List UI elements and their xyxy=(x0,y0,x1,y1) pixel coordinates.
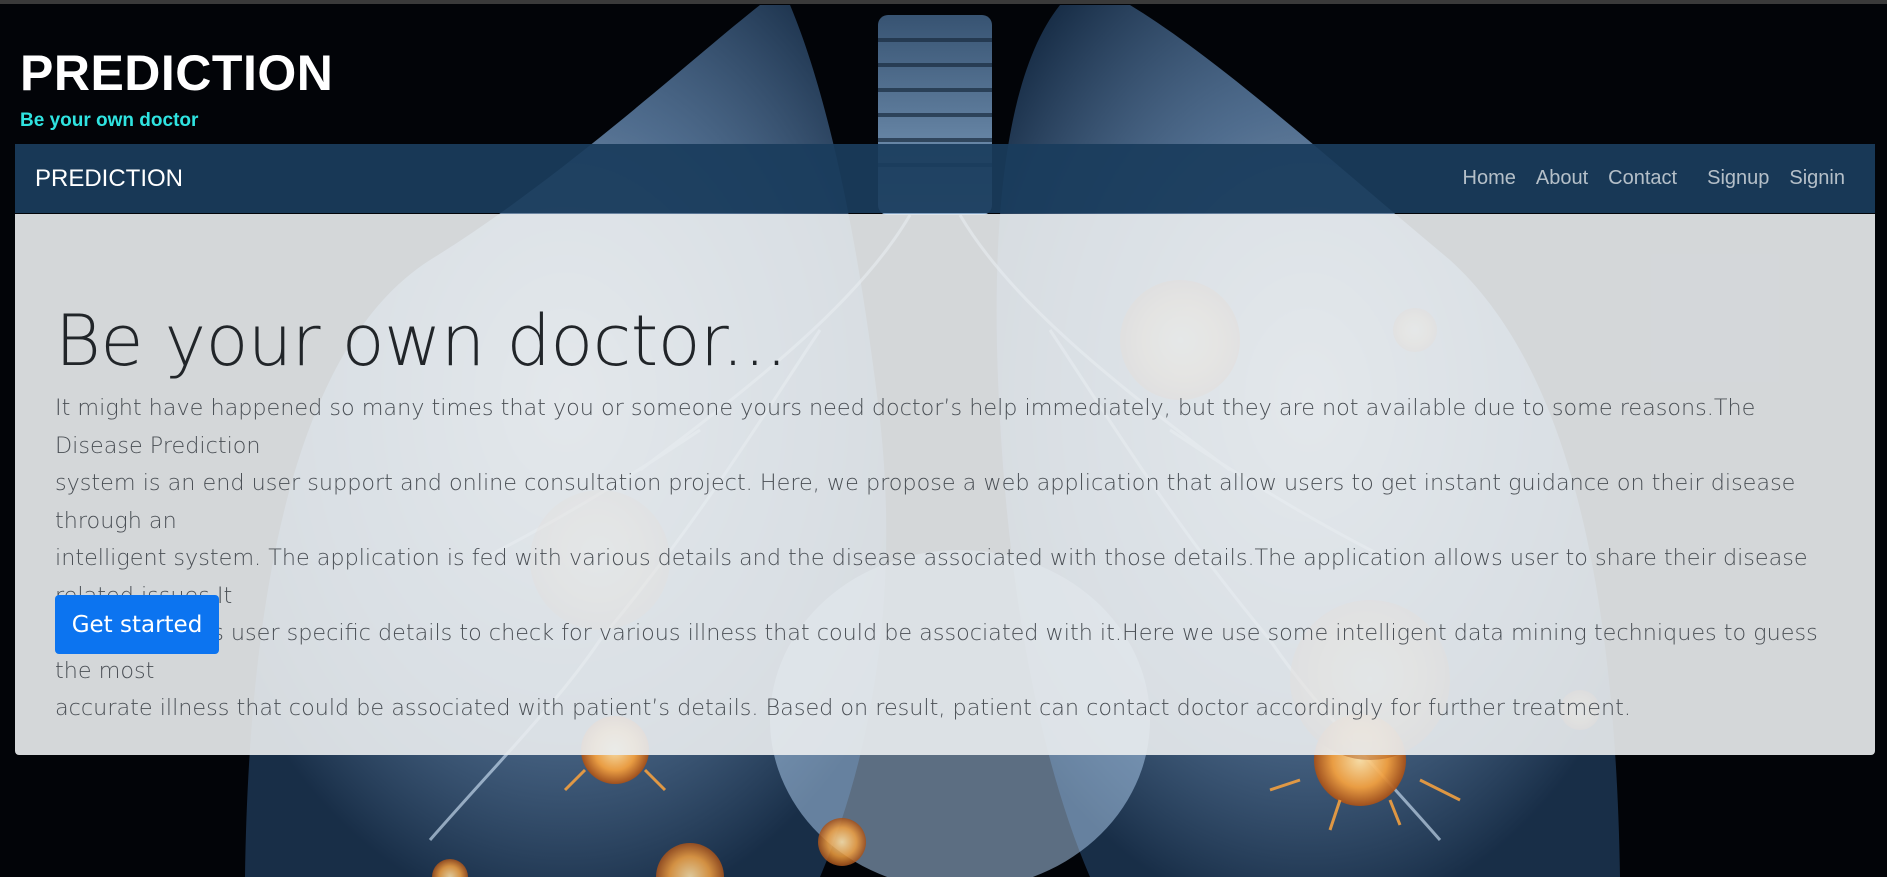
navbar-brand[interactable]: PREDICTION xyxy=(35,165,183,193)
hero-jumbotron: Be your own doctor... It might have happ… xyxy=(15,214,1875,755)
hero-description-line: system is an end user support and online… xyxy=(55,470,1796,534)
nav-link-contact[interactable]: Contact xyxy=(1608,167,1677,190)
nav-links: Home About Contact Signup Signin xyxy=(1443,144,1845,213)
navbar: PREDICTION Home About Contact Signup Sig… xyxy=(15,144,1875,213)
browser-top-edge xyxy=(0,0,1887,4)
site-title: PREDICTION xyxy=(20,45,334,101)
hero-heading: Be your own doctor... xyxy=(55,300,788,382)
hero-description-line: then processes user specific details to … xyxy=(55,620,1818,684)
hero-description-line: It might have happened so many times tha… xyxy=(55,395,1756,459)
page: PREDICTION Be your own doctor PREDICTION… xyxy=(0,0,1887,877)
site-tagline: Be your own doctor xyxy=(20,110,199,131)
hero-description-line: accurate illness that could be associate… xyxy=(55,695,1631,721)
get-started-button[interactable]: Get started xyxy=(55,595,219,654)
hero-description: It might have happened so many times tha… xyxy=(55,390,1845,728)
nav-link-signup[interactable]: Signup xyxy=(1707,167,1769,190)
hero-description-line: intelligent system. The application is f… xyxy=(55,545,1808,609)
nav-link-about[interactable]: About xyxy=(1536,167,1588,190)
nav-link-signin[interactable]: Signin xyxy=(1789,167,1845,190)
nav-link-home[interactable]: Home xyxy=(1463,167,1516,190)
